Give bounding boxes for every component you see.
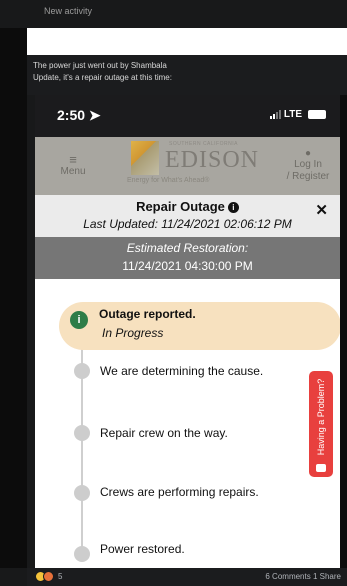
comment-bar bbox=[27, 28, 347, 55]
phone-status-bar: 2:50 ➤ LTE bbox=[35, 95, 340, 137]
close-icon[interactable]: ✕ bbox=[315, 201, 328, 219]
step-dot bbox=[74, 485, 90, 501]
step-label: Crews are performing repairs. bbox=[100, 485, 259, 499]
last-updated: Last Updated: 11/24/2021 02:06:12 PM bbox=[83, 217, 292, 231]
network-label: LTE bbox=[283, 109, 302, 120]
reaction-count: 5 bbox=[58, 572, 63, 581]
shares-count[interactable]: 1 Share bbox=[313, 572, 341, 581]
step-label: We are determining the cause. bbox=[100, 364, 264, 378]
logo-name: EDISON bbox=[165, 147, 259, 173]
post-stats[interactable]: 6 Comments 1 Share bbox=[265, 572, 341, 581]
status-time: 2:50 ➤ bbox=[57, 107, 101, 123]
restoration-value: 11/24/2021 04:30:00 PM bbox=[122, 259, 253, 273]
step-dot bbox=[74, 425, 90, 441]
info-circle-icon: i bbox=[70, 311, 88, 329]
facebook-top-bar: New activity bbox=[0, 0, 347, 28]
login-button[interactable]: ● Log In / Register bbox=[278, 149, 338, 183]
angry-reaction-icon bbox=[43, 571, 54, 582]
menu-label: Menu bbox=[60, 166, 86, 177]
post-text: The power just went out by Shambala Upda… bbox=[27, 55, 347, 95]
right-margin bbox=[340, 95, 347, 568]
logo-tagline: Energy for What's Ahead® bbox=[127, 177, 210, 184]
estimated-restoration: Estimated Restoration: 11/24/2021 04:30:… bbox=[35, 237, 340, 279]
chat-icon bbox=[316, 464, 326, 472]
location-arrow-icon: ➤ bbox=[88, 107, 101, 123]
facebook-footer: 5 6 Comments 1 Share bbox=[27, 568, 347, 586]
person-icon: ● bbox=[304, 148, 312, 159]
post-line-1: The power just went out by Shambala bbox=[33, 61, 167, 70]
restoration-label: Estimated Restoration: bbox=[126, 241, 249, 255]
status-right: LTE bbox=[269, 109, 326, 120]
info-icon[interactable]: i bbox=[227, 202, 239, 213]
comments-count[interactable]: 6 Comments bbox=[265, 572, 310, 581]
outage-header: Repair Outage i Last Updated: 11/24/2021 … bbox=[35, 195, 340, 237]
current-step-status: In Progress bbox=[102, 326, 164, 340]
login-label: Log In bbox=[294, 159, 322, 170]
step-dot bbox=[74, 363, 90, 379]
current-step-title: Outage reported. bbox=[99, 307, 196, 321]
outage-title: Repair Outage i bbox=[35, 199, 340, 214]
left-margin bbox=[0, 28, 27, 568]
phone-screenshot: 2:50 ➤ LTE ≡ Menu SOUTHERN CALIFORNIA ED… bbox=[35, 95, 340, 568]
battery-icon bbox=[308, 110, 326, 119]
menu-button[interactable]: ≡ Menu bbox=[49, 153, 97, 177]
post-line-2: Update, it's a repair outage at this tim… bbox=[33, 73, 172, 82]
problem-tab-label: Having a Problem? bbox=[316, 378, 326, 456]
step-label: Repair crew on the way. bbox=[100, 426, 228, 440]
register-label: / Register bbox=[286, 171, 330, 182]
menu-icon: ≡ bbox=[69, 152, 77, 167]
having-a-problem-tab[interactable]: Having a Problem? bbox=[309, 371, 333, 477]
sce-header: ≡ Menu SOUTHERN CALIFORNIA EDISON Energy… bbox=[35, 137, 340, 195]
step-label: Power restored. bbox=[100, 542, 185, 556]
reactions[interactable]: 5 bbox=[35, 571, 62, 582]
signal-icon bbox=[269, 110, 281, 119]
step-dot bbox=[74, 546, 90, 562]
edison-logo[interactable]: SOUTHERN CALIFORNIA EDISON Energy for Wh… bbox=[121, 139, 261, 191]
new-activity-label[interactable]: New activity bbox=[44, 6, 92, 16]
logo-sun-icon bbox=[131, 141, 159, 175]
